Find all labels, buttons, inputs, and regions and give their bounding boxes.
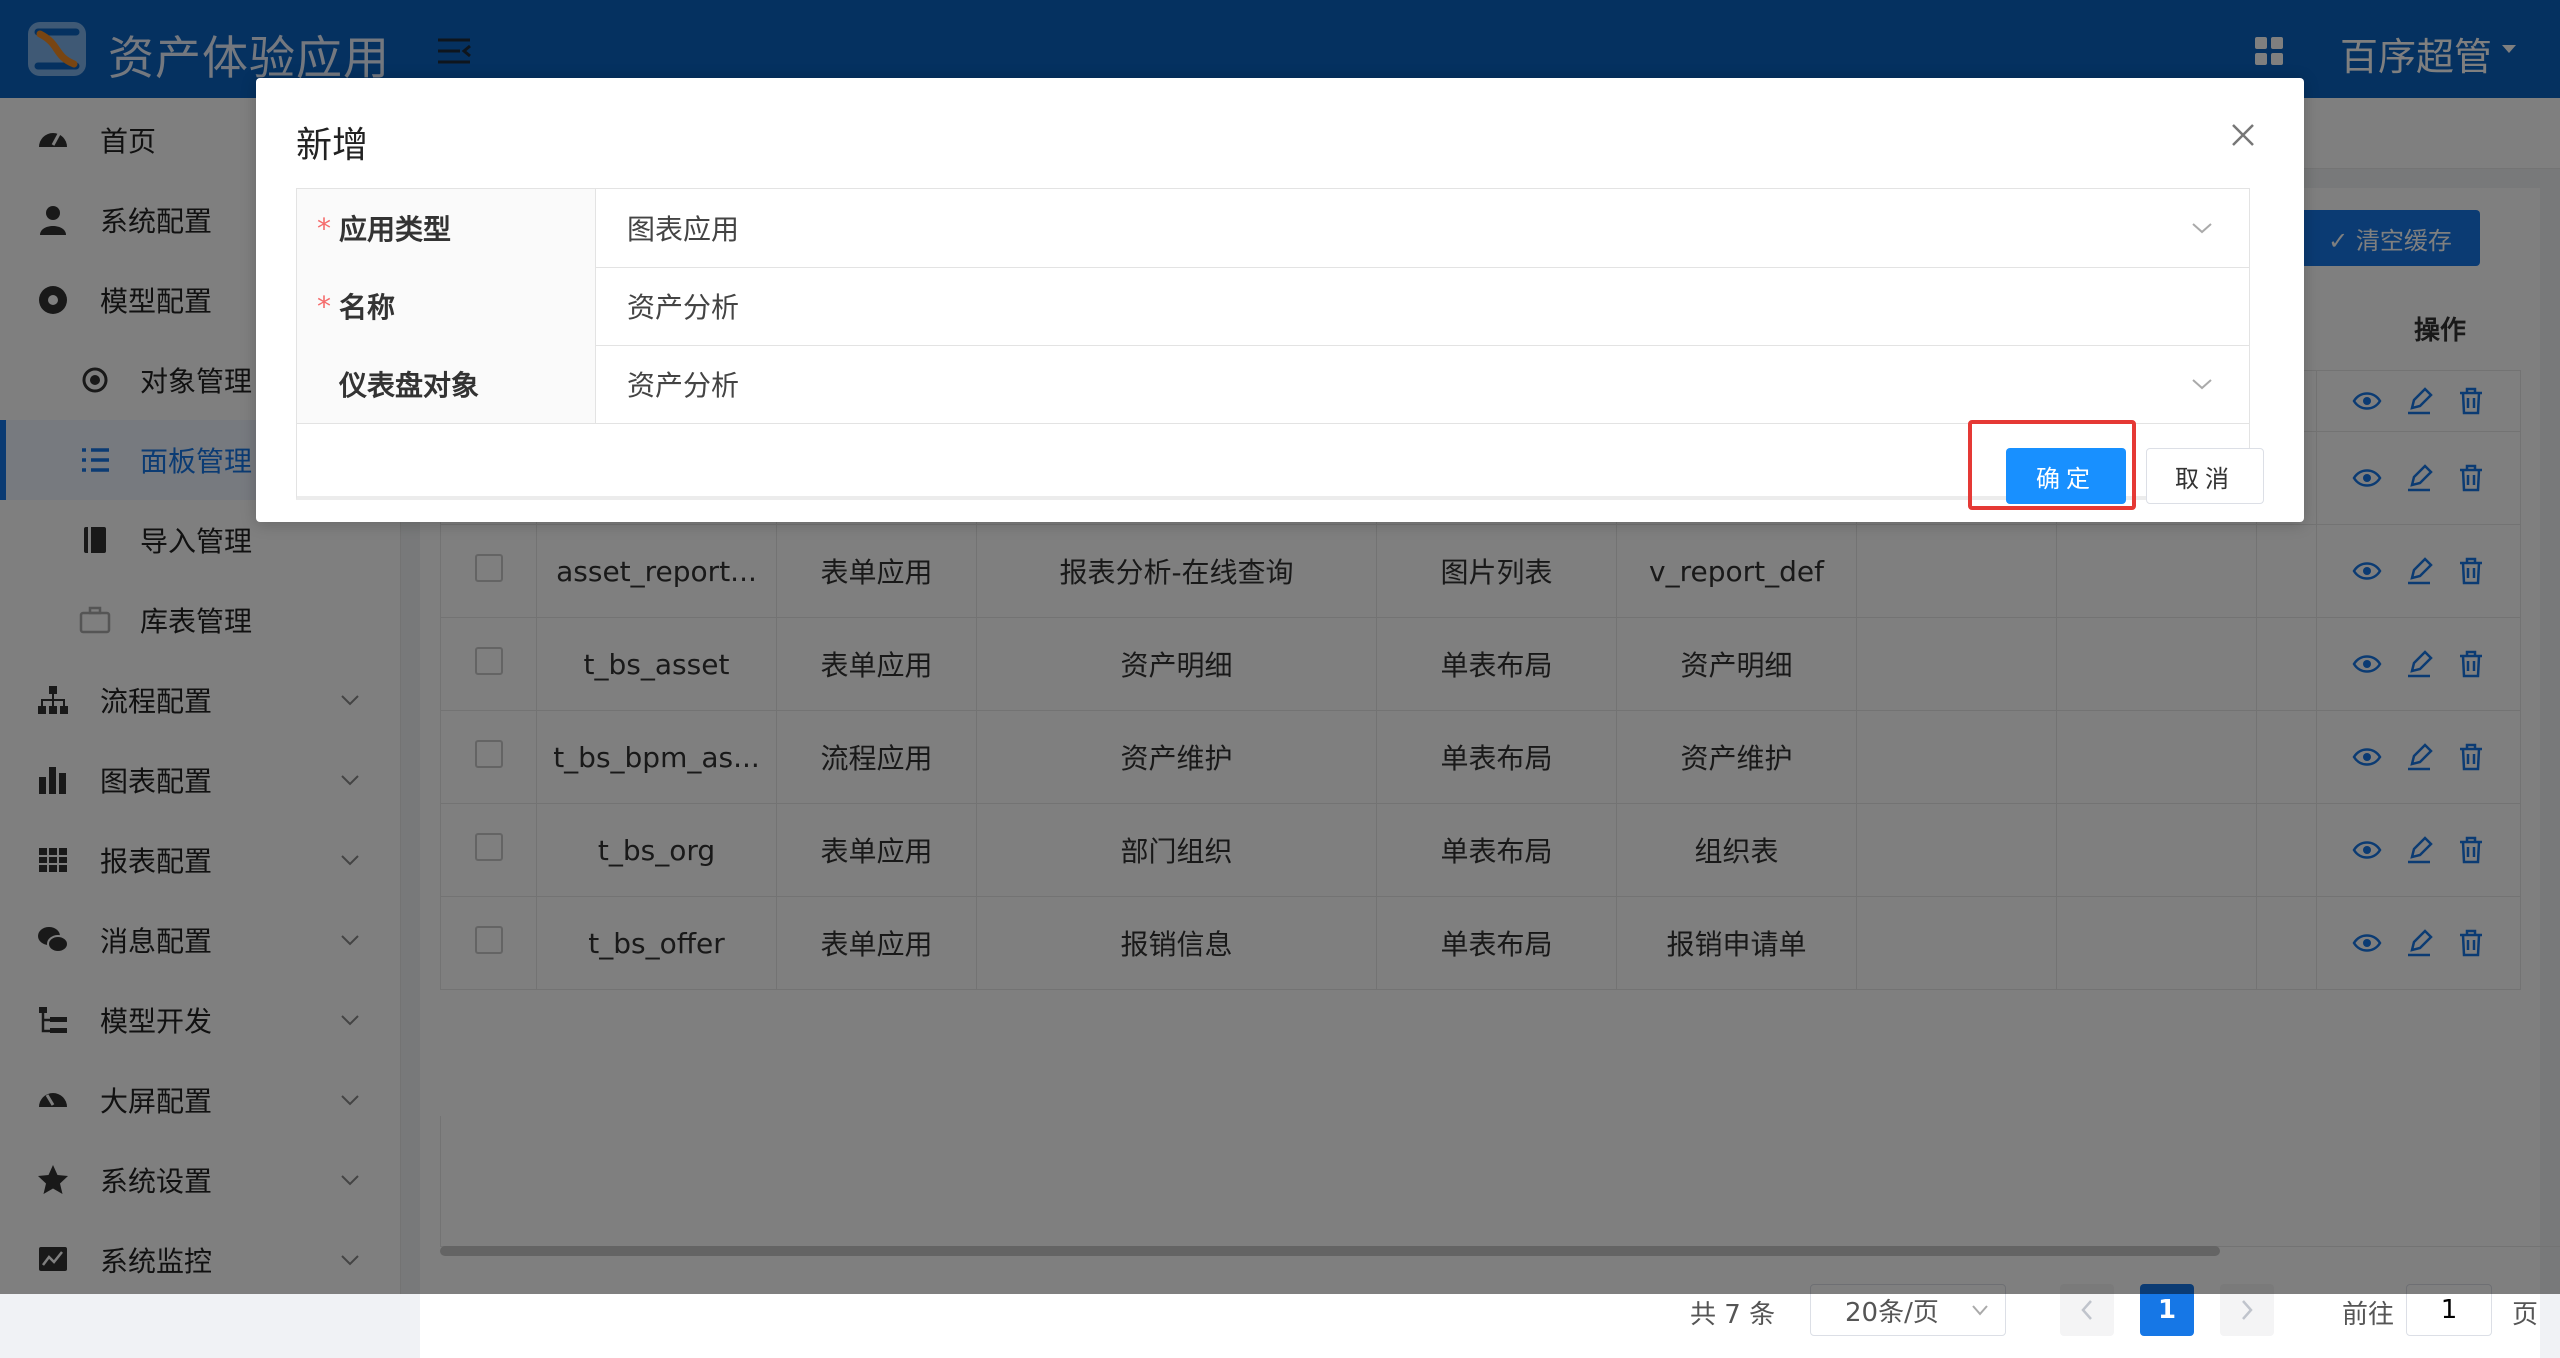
page-suffix: 页 xyxy=(2512,1300,2539,1330)
chevron-down-icon xyxy=(1972,1305,1988,1316)
chevron-right-icon xyxy=(2242,1300,2253,1320)
form-row-app-type: * 应用类型 图表应用 xyxy=(297,189,2249,268)
chevron-left-icon xyxy=(2081,1300,2092,1320)
field-label: 应用类型 xyxy=(339,213,452,246)
chevron-down-icon xyxy=(2192,379,2212,390)
field-label: 名称 xyxy=(339,291,396,324)
chevron-down-icon xyxy=(2192,223,2212,234)
required-mark: * xyxy=(317,289,331,323)
confirm-highlight-box xyxy=(1968,420,2136,510)
total-count: 共 7 条 xyxy=(1690,1300,1776,1330)
close-icon[interactable] xyxy=(2230,122,2256,148)
form-row-name: * 名称 资产分析 xyxy=(297,267,2249,346)
required-mark: * xyxy=(317,211,331,245)
add-form: * 应用类型 图表应用 * 名称 资产分析 仪表盘对象 资产分析 xyxy=(296,188,2250,500)
form-row-dashboard-object: 仪表盘对象 资产分析 xyxy=(297,345,2249,424)
goto-label: 前往 xyxy=(2342,1300,2395,1330)
dashboard-object-select[interactable]: 资产分析 xyxy=(597,345,2227,423)
name-input[interactable]: 资产分析 xyxy=(597,267,2227,345)
app-type-select[interactable]: 图表应用 xyxy=(597,189,2227,267)
dialog-title: 新增 xyxy=(296,125,369,166)
cancel-button[interactable]: 取消 xyxy=(2146,448,2264,504)
field-label: 仪表盘对象 xyxy=(339,369,480,402)
